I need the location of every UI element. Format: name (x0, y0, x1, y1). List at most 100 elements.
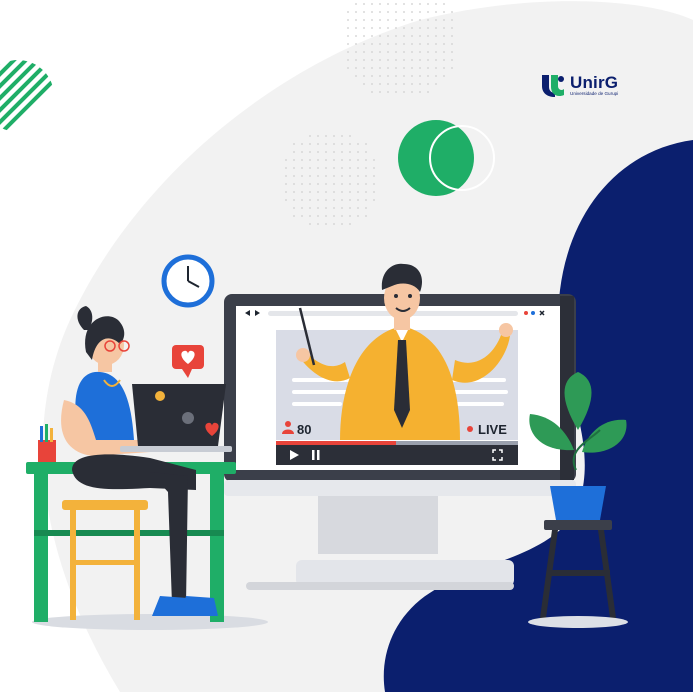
decor-dot (333, 159, 335, 161)
decor-dot (435, 75, 437, 77)
decor-dot (317, 143, 319, 145)
decor-dot (435, 43, 437, 45)
decor-dot (349, 207, 351, 209)
decor-dot (419, 19, 421, 21)
decor-dot (349, 151, 351, 153)
decor-dot (317, 223, 319, 225)
decor-dot (333, 183, 335, 185)
decor-dot (333, 175, 335, 177)
decor-dot (349, 191, 351, 193)
decor-dot (427, 83, 429, 85)
decor-dot (387, 91, 389, 93)
decor-dot (357, 191, 359, 193)
decor-dot (371, 67, 373, 69)
decor-dot (427, 3, 429, 5)
decor-dot (341, 135, 343, 137)
decor-dot (317, 215, 319, 217)
decor-dot (355, 35, 357, 37)
decor-dot (363, 83, 365, 85)
decor-dot (373, 191, 375, 193)
decor-dot (443, 35, 445, 37)
brand-logo: UnirG Universidade de Gurupi (540, 72, 618, 98)
decor-dot (325, 151, 327, 153)
decor-dot (363, 27, 365, 29)
decor-dot (285, 159, 287, 161)
decor-dot (301, 151, 303, 153)
progress-fill (276, 441, 396, 445)
decor-dot (371, 51, 373, 53)
decor-dot (285, 199, 287, 201)
decor-dot (309, 215, 311, 217)
decor-dot (363, 43, 365, 45)
decor-dot (411, 67, 413, 69)
decor-dot (427, 91, 429, 93)
decor-dot (379, 67, 381, 69)
decor-dot (317, 183, 319, 185)
decor-dot (349, 167, 351, 169)
decor-dot (435, 11, 437, 13)
decor-dot (309, 223, 311, 225)
decor-dot (395, 91, 397, 93)
decor-dot (363, 3, 365, 5)
decor-dot (357, 215, 359, 217)
decor-dot (365, 175, 367, 177)
decor-dot (403, 19, 405, 21)
decor-dot (309, 175, 311, 177)
decor-dot (293, 191, 295, 193)
decor-dot (443, 75, 445, 77)
decor-dot (317, 175, 319, 177)
decor-dot (387, 83, 389, 85)
decor-dot (363, 35, 365, 37)
decor-dot (379, 83, 381, 85)
decor-dot (395, 43, 397, 45)
decor-dot (363, 67, 365, 69)
decor-dot (435, 3, 437, 5)
online-class-illustration: 80 LIVE (0, 1, 693, 692)
decor-dot (411, 27, 413, 29)
decor-dot (435, 67, 437, 69)
decor-dot (395, 3, 397, 5)
decor-dot (355, 51, 357, 53)
decor-dot (387, 43, 389, 45)
decor-dot (309, 159, 311, 161)
decor-dot (355, 3, 357, 5)
decor-dot (341, 143, 343, 145)
decor-dot (341, 223, 343, 225)
decor-dot (419, 27, 421, 29)
decor-dot (403, 91, 405, 93)
decor-dot (427, 67, 429, 69)
decor-dot (443, 51, 445, 53)
decor-dot (355, 43, 357, 45)
smiley-sticker-icon (155, 391, 165, 401)
decor-dot (357, 167, 359, 169)
decor-dot (333, 199, 335, 201)
decor-dot (341, 167, 343, 169)
decor-dot (411, 83, 413, 85)
decor-dot (355, 19, 357, 21)
decor-dot (443, 3, 445, 5)
decor-dot (387, 27, 389, 29)
decor-dot (349, 175, 351, 177)
decor-dot (403, 3, 405, 5)
decor-dot (363, 59, 365, 61)
decor-dot (363, 19, 365, 21)
decor-dot (427, 19, 429, 21)
decor-dot (293, 207, 295, 209)
decor-dot (309, 199, 311, 201)
decor-dot (419, 75, 421, 77)
decor-dot (395, 83, 397, 85)
decor-dot (451, 59, 453, 61)
decor-dot (301, 159, 303, 161)
decor-dot (349, 223, 351, 225)
decor-dot (301, 143, 303, 145)
decor-dot (451, 35, 453, 37)
decor-dot (373, 199, 375, 201)
decor-dot (317, 199, 319, 201)
decor-dot (357, 175, 359, 177)
decor-dot (325, 175, 327, 177)
decor-dot (285, 175, 287, 177)
decor-dot (357, 151, 359, 153)
decor-dot (371, 59, 373, 61)
decor-dot (301, 183, 303, 185)
decor-dot (355, 75, 357, 77)
